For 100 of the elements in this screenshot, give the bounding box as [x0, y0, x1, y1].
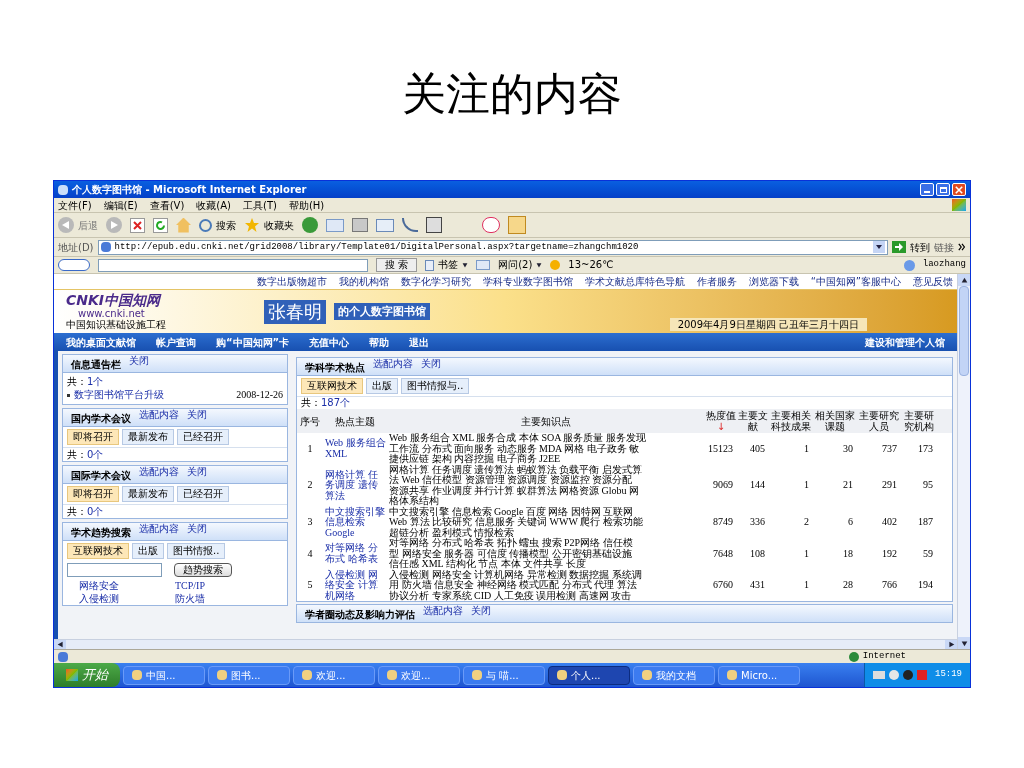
- filter-tab[interactable]: 互联网技术: [67, 543, 129, 559]
- filter-tab[interactable]: 即将召开: [67, 486, 119, 502]
- top-nav-link[interactable]: 作者服务: [696, 275, 737, 288]
- notice-link[interactable]: 数字图书馆平台升级: [74, 388, 164, 402]
- taskbar-button[interactable]: 欢迎...: [378, 665, 460, 685]
- minimize-button[interactable]: [920, 183, 934, 196]
- filter-tab[interactable]: 出版: [132, 543, 164, 559]
- go-button[interactable]: 转到: [892, 239, 930, 255]
- site-logo-url: www.cnki.net: [77, 307, 145, 319]
- taskbar-button[interactable]: 中国...: [123, 665, 205, 685]
- table-cell: 737: [882, 442, 897, 454]
- bookmarks-button[interactable]: 书签: [425, 259, 469, 271]
- trend-search-button[interactable]: 趋势搜索: [174, 563, 232, 577]
- panel-action-link[interactable]: 选配内容: [139, 466, 179, 478]
- panel-action-link[interactable]: 关闭: [187, 409, 207, 421]
- stop-icon[interactable]: [130, 217, 145, 233]
- mail-icon[interactable]: [476, 260, 491, 270]
- table-cell: 21: [843, 479, 853, 491]
- filter-tab[interactable]: 最新发布: [122, 429, 174, 445]
- taskbar-button[interactable]: Micro...: [718, 665, 800, 685]
- site-nav-link[interactable]: 帮助: [369, 334, 390, 350]
- maximize-button[interactable]: [936, 183, 950, 196]
- taskbar-button[interactable]: 欢迎...: [293, 665, 375, 685]
- panel-action-link[interactable]: 选配内容: [139, 409, 179, 421]
- trend-keyword-link[interactable]: TCP/IP: [175, 579, 271, 592]
- vertical-scrollbar[interactable]: [957, 274, 970, 649]
- horizontal-scrollbar[interactable]: [54, 639, 957, 649]
- panel-action-link[interactable]: 选配内容: [423, 605, 463, 617]
- menu-item[interactable]: 帮助(H): [288, 198, 325, 212]
- panel-action-link[interactable]: 选配内容: [373, 358, 413, 370]
- toolbar-app-icon[interactable]: [426, 217, 442, 233]
- taskbar-button[interactable]: 我的文档: [633, 665, 715, 685]
- close-button[interactable]: [952, 183, 966, 196]
- mail-icon[interactable]: [326, 218, 344, 232]
- app-icon: [557, 670, 567, 680]
- filter-tab[interactable]: 图书情报..: [167, 543, 226, 559]
- trend-keyword-link[interactable]: 防火墙: [175, 592, 271, 605]
- menu-item[interactable]: 工具(T): [243, 198, 277, 212]
- trend-keyword-link[interactable]: 入侵检测: [79, 592, 175, 605]
- count-value: 187个: [321, 397, 351, 408]
- top-nav-link[interactable]: 数字出版物超市: [256, 275, 327, 288]
- panel-action-link[interactable]: 关闭: [129, 355, 149, 367]
- topic-link[interactable]: 中文搜索引擎 信息检索 Google: [325, 506, 385, 538]
- taskbar-button[interactable]: 个人...: [548, 665, 630, 685]
- filter-tab[interactable]: 已经召开: [177, 486, 229, 502]
- panel-action-link[interactable]: 选配内容: [139, 523, 179, 535]
- menu-item[interactable]: 收藏(A): [196, 198, 231, 212]
- taskbar-button[interactable]: 与 喵...: [463, 665, 545, 685]
- links-label[interactable]: 链接: [934, 239, 954, 255]
- topic-link[interactable]: 网格计算 任 务调度 遗传 算法: [325, 469, 385, 502]
- column-header: 主要相关科技成果: [771, 410, 811, 432]
- filter-tab[interactable]: 互联网技术: [301, 378, 363, 394]
- filter-tab[interactable]: 最新发布: [122, 486, 174, 502]
- refresh-icon[interactable]: [153, 217, 168, 233]
- topic-link[interactable]: 对等网络 分 布式 哈希表: [325, 543, 385, 565]
- site-nav-link[interactable]: 退出: [409, 334, 430, 350]
- trend-keyword-link[interactable]: 网络安全: [79, 579, 175, 592]
- filter-tab[interactable]: 图书情报与..: [401, 378, 470, 394]
- site-nav-link[interactable]: 购“中国知网”卡: [216, 334, 290, 350]
- scroll-thumb[interactable]: [959, 286, 969, 376]
- top-nav-link[interactable]: “中国知网”客服中心: [810, 275, 901, 288]
- table-cell: 1: [804, 547, 809, 559]
- favorites-button[interactable]: 收藏夹: [244, 217, 294, 233]
- top-nav-link[interactable]: 我的机构馆: [338, 275, 389, 288]
- panel-title: 学术趋势搜索: [71, 526, 131, 540]
- site-nav-link[interactable]: 充值中心: [309, 334, 350, 350]
- filter-tab[interactable]: 出版: [366, 378, 398, 394]
- topic-link[interactable]: 入侵检测 网 络安全 计算 机网络: [325, 569, 385, 601]
- search-button[interactable]: 搜索: [199, 217, 236, 233]
- filter-tab[interactable]: 已经召开: [177, 429, 229, 445]
- soso-search-field[interactable]: [98, 258, 368, 272]
- top-nav-link[interactable]: 意见反馈: [913, 275, 953, 288]
- trend-search-field[interactable]: [67, 563, 162, 577]
- filter-tab[interactable]: 即将召开: [67, 429, 119, 445]
- panel-action-link[interactable]: 关闭: [187, 466, 207, 478]
- panel-action-link[interactable]: 关闭: [421, 358, 441, 370]
- manage-library-link[interactable]: 建设和管理个人馆: [865, 334, 945, 350]
- menu-item[interactable]: 文件(F): [58, 198, 92, 212]
- topic-link[interactable]: Web 服务组合 XML: [325, 438, 385, 460]
- user-name[interactable]: laozhang: [922, 258, 966, 272]
- top-nav-link[interactable]: 学术文献总库特色导航: [584, 275, 685, 288]
- table-cell: 95: [923, 479, 933, 491]
- top-nav-link[interactable]: 数字化学习研究: [400, 275, 471, 288]
- back-button[interactable]: 后退: [58, 217, 98, 233]
- menu-item[interactable]: 查看(V): [149, 198, 185, 212]
- panel-action-link[interactable]: 关闭: [187, 523, 207, 535]
- address-field[interactable]: http://epub.edu.cnki.net/grid2008/library/Template01/DigitalPersonal.aspx?targetname=zhangchm1020: [97, 239, 888, 255]
- site-nav-link[interactable]: 帐户查询: [156, 334, 196, 350]
- wenwen-button[interactable]: 网问(2): [498, 259, 543, 271]
- panel-title: 国际学术会议: [71, 469, 131, 483]
- banner-date: 2009年4月9日星期四 己丑年三月十四日: [669, 318, 867, 331]
- site-nav-link[interactable]: 我的桌面文献馆: [66, 334, 136, 350]
- start-button[interactable]: 开始: [54, 663, 120, 687]
- taskbar-button[interactable]: 图书...: [208, 665, 290, 685]
- panel-action-link[interactable]: 关闭: [471, 605, 491, 617]
- top-nav-link[interactable]: 学科专业数字图书馆: [482, 275, 573, 288]
- menu-item[interactable]: 编辑(E): [103, 198, 138, 212]
- soso-search-button[interactable]: 搜 索: [376, 258, 418, 272]
- table-cell: 9069: [713, 479, 733, 491]
- top-nav-link[interactable]: 浏览器下载: [748, 275, 799, 288]
